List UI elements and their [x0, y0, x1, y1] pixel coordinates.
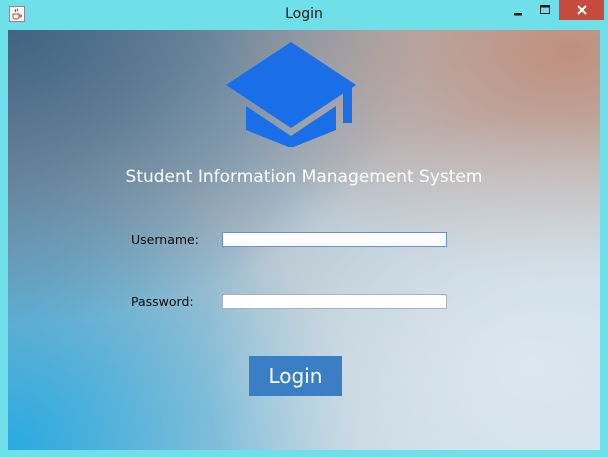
title-bar[interactable]: Login	[0, 0, 608, 30]
maximize-icon	[539, 1, 551, 20]
close-icon	[576, 1, 588, 20]
login-panel: Student Information Management System Us…	[8, 30, 600, 450]
password-input[interactable]	[222, 294, 447, 309]
login-window: Login Student Information Management Sys…	[0, 0, 608, 457]
close-button[interactable]	[559, 0, 604, 20]
minimize-button[interactable]	[505, 0, 531, 20]
minimize-icon	[512, 1, 524, 20]
password-label: Password:	[131, 294, 194, 309]
login-button[interactable]: Login	[249, 356, 342, 396]
username-input[interactable]	[222, 232, 447, 247]
maximize-button[interactable]	[532, 0, 558, 20]
system-title: Student Information Management System	[125, 167, 483, 187]
username-label: Username:	[131, 232, 199, 247]
graduation-cap-icon	[226, 42, 356, 148]
